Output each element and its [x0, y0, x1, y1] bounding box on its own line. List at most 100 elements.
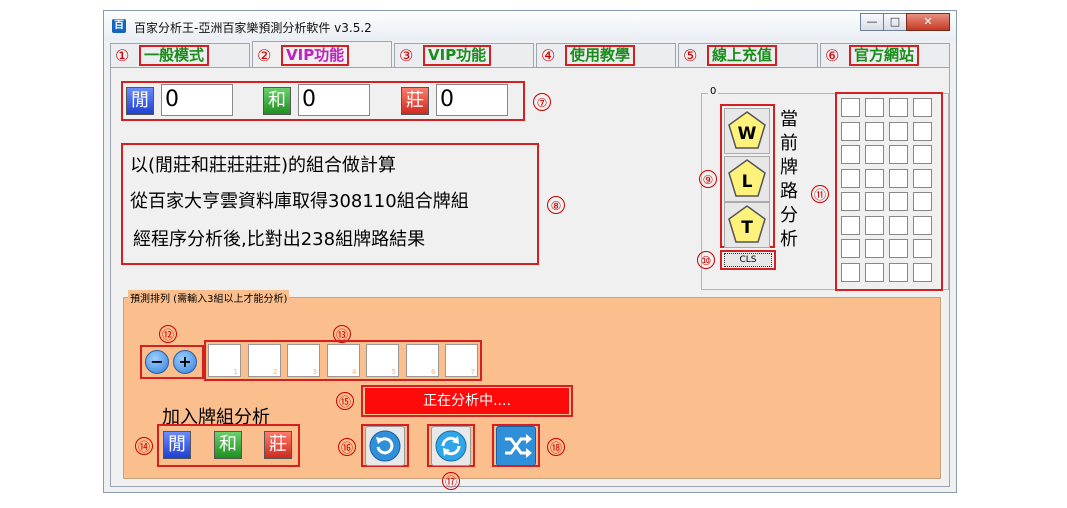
road-label-char: 分 [780, 205, 798, 226]
minus-button[interactable]: − [145, 350, 169, 374]
slot-number: 2 [273, 368, 278, 376]
tie-result-label: T [741, 218, 753, 238]
marker-12: ⑫ [159, 325, 177, 343]
marker-18: ⑱ [547, 438, 565, 456]
prediction-slots: 1 2 3 4 5 6 7 [208, 344, 480, 378]
tab-official-site[interactable]: ⑥ 官方網站 [820, 43, 950, 67]
info-line-1: 以(閒莊和莊莊莊莊)的組合做計算 [130, 155, 397, 176]
slot-number: 7 [470, 368, 475, 376]
shuffle-button[interactable] [496, 426, 536, 466]
road-grid-cell [913, 145, 932, 164]
road-group-title: 0 [708, 86, 719, 97]
road-grid-cell [865, 239, 884, 258]
road-grid-cell [889, 98, 908, 117]
tab-number: ② [257, 46, 272, 65]
road-label-char: 牌 [780, 157, 798, 178]
tab-label: 官方網站 [849, 45, 920, 66]
road-grid-cell [865, 121, 884, 141]
prediction-slot[interactable]: 4 [326, 344, 360, 377]
prediction-slot[interactable]: 5 [366, 344, 399, 377]
refresh-icon [435, 430, 467, 462]
marker-14: ⑭ [135, 437, 153, 455]
window-controls: — □ ✕ [860, 13, 950, 33]
refresh-button[interactable] [431, 426, 471, 466]
prediction-slot[interactable]: 6 [405, 344, 439, 377]
marker-9: ⑨ [699, 170, 717, 188]
road-grid-cell [841, 192, 860, 211]
player-count-field: 0 [161, 84, 233, 116]
tab-general-mode[interactable]: ① 一般模式 [110, 43, 250, 67]
marker-16: ⑯ [338, 438, 356, 456]
cls-button[interactable]: CLS [724, 253, 772, 267]
marker-10: ⑩ [697, 251, 715, 269]
road-grid-cell [889, 192, 908, 211]
undo-button[interactable] [365, 426, 405, 466]
tab-number: ① [115, 46, 130, 65]
road-grid-cell [841, 121, 860, 141]
road-label-char: 路 [780, 181, 798, 202]
maximize-button[interactable]: □ [883, 13, 907, 31]
win-button[interactable]: W [724, 108, 770, 154]
road-grid-cell [865, 98, 884, 117]
lose-button[interactable]: L [724, 156, 770, 202]
road-grid [839, 96, 939, 287]
app-logo-icon: 百 [112, 19, 126, 33]
tab-recharge[interactable]: ⑤ 線上充值 [678, 43, 818, 67]
road-label-char: 當 [780, 109, 798, 130]
app-window: 百 百家分析王-亞洲百家樂預測分析軟件 v3.5.2 — □ ✕ ① 一般模式 … [103, 10, 957, 493]
road-grid-cell [913, 98, 932, 117]
road-grid-cell [841, 98, 860, 117]
slot-number: 6 [431, 368, 436, 376]
pentagon-icon: W [728, 111, 766, 149]
title-bar: 百 百家分析王-亞洲百家樂預測分析軟件 v3.5.2 — □ ✕ [104, 11, 956, 41]
prediction-slot[interactable]: 2 [247, 344, 281, 377]
slot-number: 1 [233, 368, 238, 376]
marker-15: ⑮ [336, 392, 354, 410]
road-grid-cell [889, 168, 908, 188]
tab-number: ⑤ [683, 46, 698, 65]
road-grid-cell [865, 145, 884, 164]
tab-number: ③ [399, 46, 414, 65]
tie-counter-icon: 和 [263, 87, 291, 115]
road-grid-cell [913, 262, 932, 282]
road-grid-cell [913, 215, 932, 235]
tab-bar: ① 一般模式 ② VIP功能 ③ VIP功能 ④ 使用教學 ⑤ 線上充值 ⑥ 官… [110, 41, 950, 68]
road-grid-cell [889, 215, 908, 235]
tab-panel: 閒 0 和 0 莊 0 ⑦ 以(閒莊和莊莊莊莊)的組合做計算 從百家大亨雲資料庫… [110, 67, 950, 490]
prediction-slot[interactable]: 1 [208, 344, 241, 377]
slot-number: 3 [312, 368, 317, 376]
road-grid-cell [913, 239, 932, 258]
road-grid-cell [865, 168, 884, 188]
tab-label: 使用教學 [565, 45, 636, 66]
prediction-slot[interactable]: 3 [287, 344, 320, 377]
tab-vip-1[interactable]: ② VIP功能 [252, 41, 392, 68]
pentagon-icon: L [728, 159, 766, 197]
tab-label: VIP功能 [281, 45, 350, 66]
lose-label: L [742, 172, 753, 192]
add-tie-button[interactable]: 和 [214, 431, 242, 459]
tie-count-field: 0 [298, 84, 370, 116]
road-grid-cell [913, 121, 932, 141]
banker-count-field: 0 [436, 84, 508, 116]
close-button[interactable]: ✕ [906, 13, 950, 31]
tab-tutorial[interactable]: ④ 使用教學 [536, 43, 676, 67]
slot-number: 5 [391, 368, 396, 376]
tab-vip-2[interactable]: ③ VIP功能 [394, 43, 534, 67]
plus-button[interactable]: + [173, 350, 197, 374]
marker-17: ⑰ [442, 472, 460, 490]
road-grid-cell [889, 145, 908, 164]
road-grid-cell [841, 168, 860, 188]
minimize-button[interactable]: — [860, 13, 884, 31]
tie-result-button[interactable]: T [724, 202, 770, 248]
prediction-slot[interactable]: 7 [445, 344, 478, 377]
add-player-button[interactable]: 閒 [163, 431, 191, 459]
pentagon-icon: T [728, 205, 766, 243]
prediction-title: 預測排列 (需輸入3組以上才能分析) [128, 290, 290, 305]
player-counter-icon: 閒 [126, 87, 154, 115]
win-label: W [738, 124, 757, 144]
road-grid-cell [889, 262, 908, 282]
window-title: 百家分析王-亞洲百家樂預測分析軟件 v3.5.2 [134, 21, 372, 35]
add-banker-button[interactable]: 莊 [264, 431, 292, 459]
road-grid-cell [865, 215, 884, 235]
road-grid-cell [841, 145, 860, 164]
